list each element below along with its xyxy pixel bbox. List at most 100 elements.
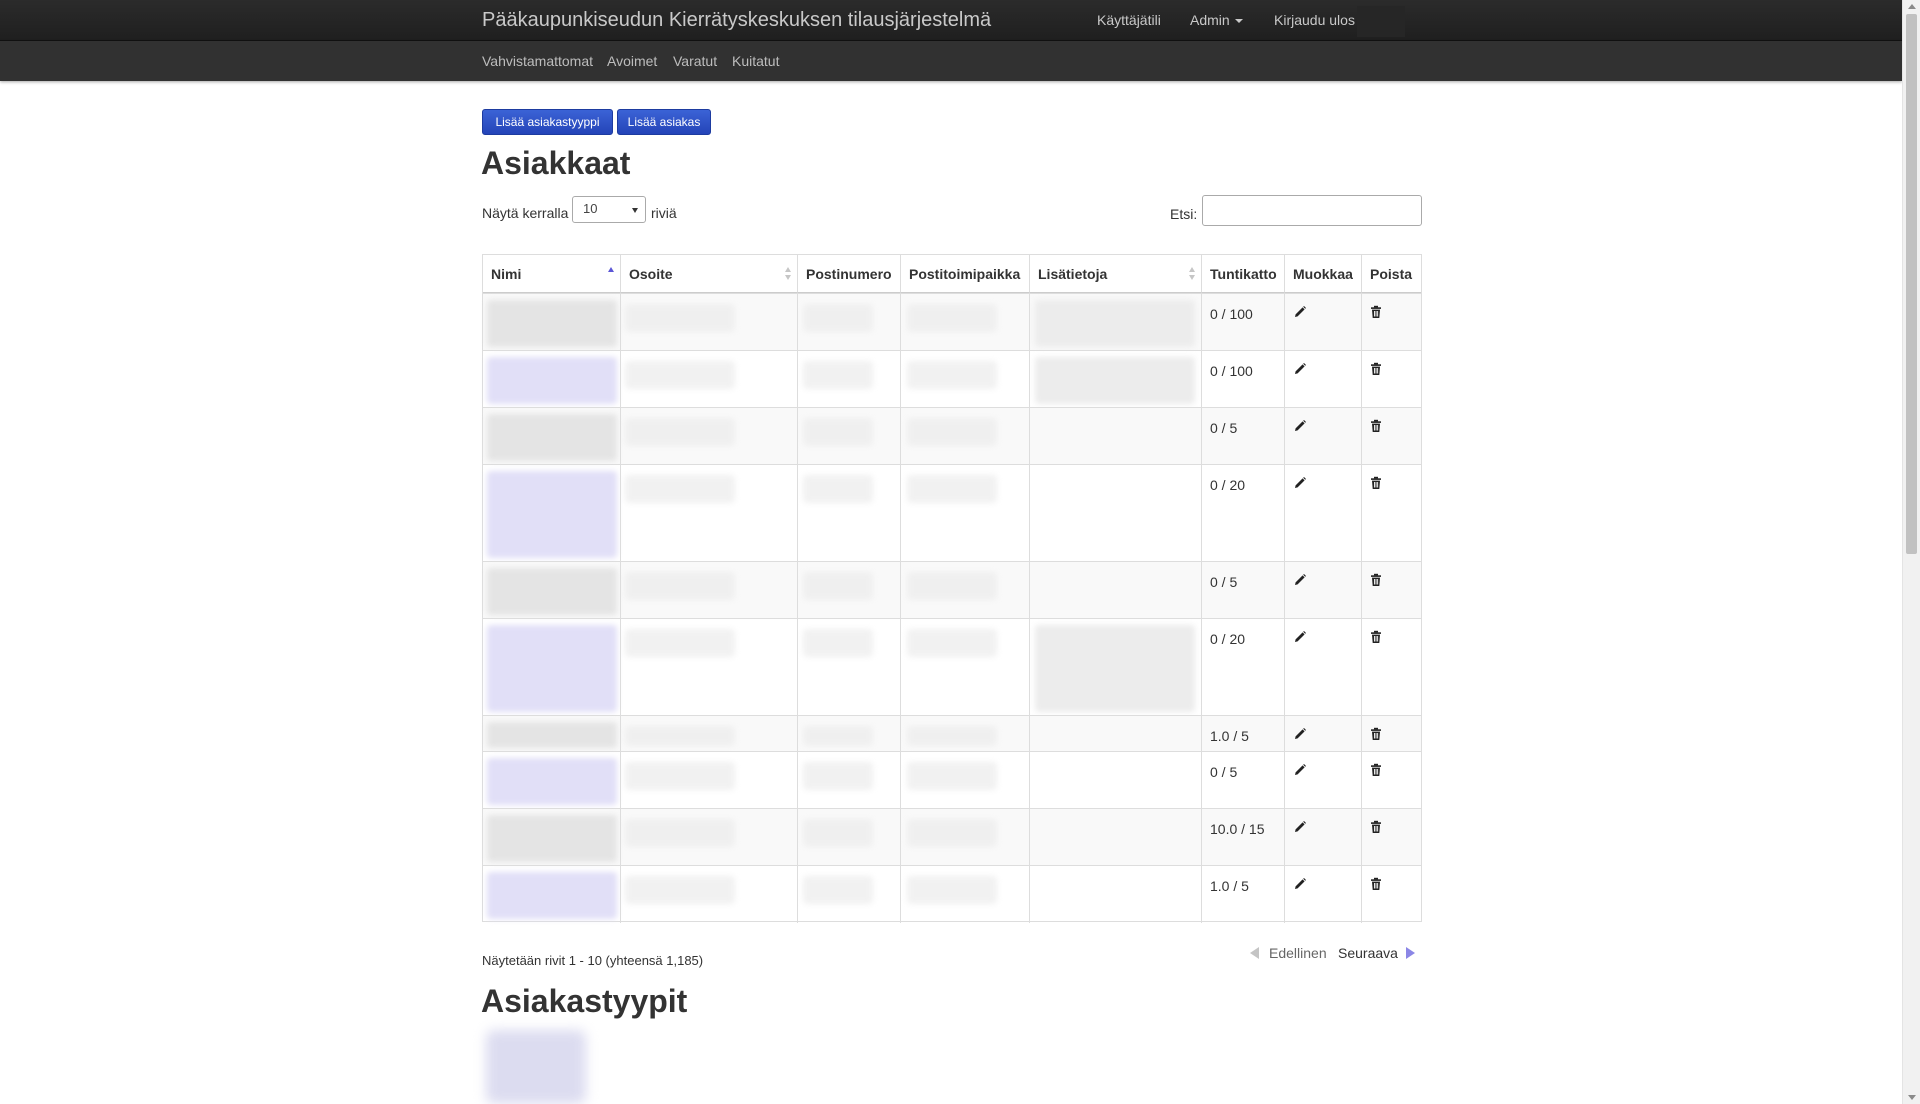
blurred-cell xyxy=(803,819,873,847)
trash-icon[interactable] xyxy=(1369,573,1383,587)
subnav-receipted[interactable]: Kuitatut xyxy=(732,53,779,69)
pencil-icon[interactable] xyxy=(1293,763,1307,777)
subnav-open[interactable]: Avoimet xyxy=(607,53,657,69)
blurred-cell xyxy=(907,361,997,389)
col-header-postal-code[interactable]: Postinumero xyxy=(798,255,901,293)
trash-icon[interactable] xyxy=(1369,763,1383,777)
col-header-name[interactable]: Nimi xyxy=(483,255,621,293)
pencil-icon[interactable] xyxy=(1293,573,1307,587)
column-separator xyxy=(1361,293,1362,923)
col-header-address[interactable]: Osoite xyxy=(621,255,798,293)
table-row: 10.0 / 15 xyxy=(483,808,1421,865)
blurred-cell xyxy=(803,629,873,657)
subnav-reserved[interactable]: Varatut xyxy=(673,53,717,69)
admin-menu[interactable]: Admin xyxy=(1190,12,1243,28)
customers-title: Asiakkaat xyxy=(481,145,631,181)
table-row: 1.0 / 5 xyxy=(483,715,1421,751)
col-header-notes-label: Lisätietoja xyxy=(1038,266,1108,282)
logout-link[interactable]: Kirjaudu ulos xyxy=(1274,12,1355,28)
prev-page-label: Edellinen xyxy=(1269,945,1327,961)
blurred-cell xyxy=(803,304,873,332)
subnav-unconfirmed[interactable]: Vahvistamattomat xyxy=(482,53,593,69)
blurred-name[interactable] xyxy=(487,758,617,805)
blurred-name[interactable] xyxy=(487,722,617,748)
blurred-name[interactable] xyxy=(487,568,617,615)
blurred-name[interactable] xyxy=(487,625,617,712)
pencil-icon[interactable] xyxy=(1293,820,1307,834)
blurred-cell xyxy=(907,418,997,446)
blurred-notes xyxy=(1035,357,1195,404)
blurred-name[interactable] xyxy=(487,872,617,919)
trash-icon[interactable] xyxy=(1369,419,1383,433)
select-arrow-icon xyxy=(632,208,638,213)
top-navbar: Pääkaupunkiseudun Kierrätyskeskuksen til… xyxy=(0,0,1902,41)
add-customer-type-button[interactable]: Lisää asiakastyyppi xyxy=(482,109,613,135)
trash-icon[interactable] xyxy=(1369,727,1383,741)
next-page-label: Seuraava xyxy=(1338,945,1398,961)
scroll-down-icon[interactable] xyxy=(1908,1095,1916,1100)
sort-icon xyxy=(785,267,792,281)
col-header-notes[interactable]: Lisätietoja xyxy=(1030,255,1202,293)
col-header-city-label: Postitoimipaikka xyxy=(909,266,1021,282)
col-header-postal-code-label: Postinumero xyxy=(806,266,892,282)
blurred-cell xyxy=(625,418,735,446)
col-header-edit-label: Muokkaa xyxy=(1293,266,1353,282)
trash-icon[interactable] xyxy=(1369,630,1383,644)
blurred-name[interactable] xyxy=(487,300,617,347)
trash-icon[interactable] xyxy=(1369,476,1383,490)
pencil-icon[interactable] xyxy=(1293,877,1307,891)
add-customer-button[interactable]: Lisää asiakas xyxy=(617,109,711,135)
page-size-select[interactable]: 10 xyxy=(572,196,646,223)
table-row: 0 / 5 xyxy=(483,407,1421,464)
trash-icon[interactable] xyxy=(1369,820,1383,834)
blurred-cell xyxy=(803,762,873,790)
col-header-delete-label: Poista xyxy=(1370,266,1413,282)
blurred-cell xyxy=(803,726,873,746)
col-header-address-label: Osoite xyxy=(629,266,673,282)
blurred-cell xyxy=(625,876,735,904)
blurred-name[interactable] xyxy=(487,815,617,862)
hour-cap-value: 0 / 20 xyxy=(1210,477,1246,493)
pencil-icon[interactable] xyxy=(1293,630,1307,644)
pencil-icon[interactable] xyxy=(1293,362,1307,376)
blurred-cell xyxy=(907,819,997,847)
col-header-hour-cap[interactable]: Tuntikatto xyxy=(1202,255,1285,293)
blurred-notes xyxy=(1035,300,1195,347)
blurred-cell xyxy=(907,876,997,904)
trash-icon[interactable] xyxy=(1369,362,1383,376)
pencil-icon[interactable] xyxy=(1293,476,1307,490)
table-row: 0 / 5 xyxy=(483,751,1421,808)
blurred-name[interactable] xyxy=(487,357,617,404)
hour-cap-value: 10.0 / 15 xyxy=(1210,821,1265,837)
vertical-scrollbar[interactable] xyxy=(1902,0,1920,1104)
blurred-cell xyxy=(907,629,997,657)
blurred-cell xyxy=(907,572,997,600)
sort-asc-icon xyxy=(608,267,615,281)
scrollbar-thumb[interactable] xyxy=(1906,14,1917,554)
caret-down-icon xyxy=(1234,19,1243,24)
triangle-right-icon xyxy=(1405,947,1415,959)
hour-cap-value: 0 / 100 xyxy=(1210,306,1253,322)
table-row: 0 / 100 xyxy=(483,293,1421,350)
account-link[interactable]: Käyttäjätili xyxy=(1097,12,1161,28)
pencil-icon[interactable] xyxy=(1293,419,1307,433)
next-page-button[interactable]: Seuraava xyxy=(1338,945,1415,961)
trash-icon[interactable] xyxy=(1369,877,1383,891)
col-header-edit[interactable]: Muokkaa xyxy=(1285,255,1362,293)
blurred-name[interactable] xyxy=(487,414,617,461)
brand-title[interactable]: Pääkaupunkiseudun Kierrätyskeskuksen til… xyxy=(482,9,991,32)
hour-cap-value: 0 / 20 xyxy=(1210,631,1246,647)
col-header-city[interactable]: Postitoimipaikka xyxy=(901,255,1030,293)
blurred-cell xyxy=(907,726,997,746)
search-input[interactable] xyxy=(1202,195,1422,226)
pencil-icon[interactable] xyxy=(1293,305,1307,319)
prev-page-button[interactable]: Edellinen xyxy=(1250,945,1327,961)
trash-icon[interactable] xyxy=(1369,305,1383,319)
col-header-delete[interactable]: Poista xyxy=(1362,255,1421,293)
hour-cap-value: 1.0 / 5 xyxy=(1210,728,1249,744)
blurred-name[interactable] xyxy=(487,471,617,558)
customers-table: Nimi Osoite Postinumero Postitoimipaikka… xyxy=(482,254,1422,923)
pencil-icon[interactable] xyxy=(1293,727,1307,741)
blurred-cell xyxy=(625,572,735,600)
scroll-up-icon[interactable] xyxy=(1908,4,1916,9)
